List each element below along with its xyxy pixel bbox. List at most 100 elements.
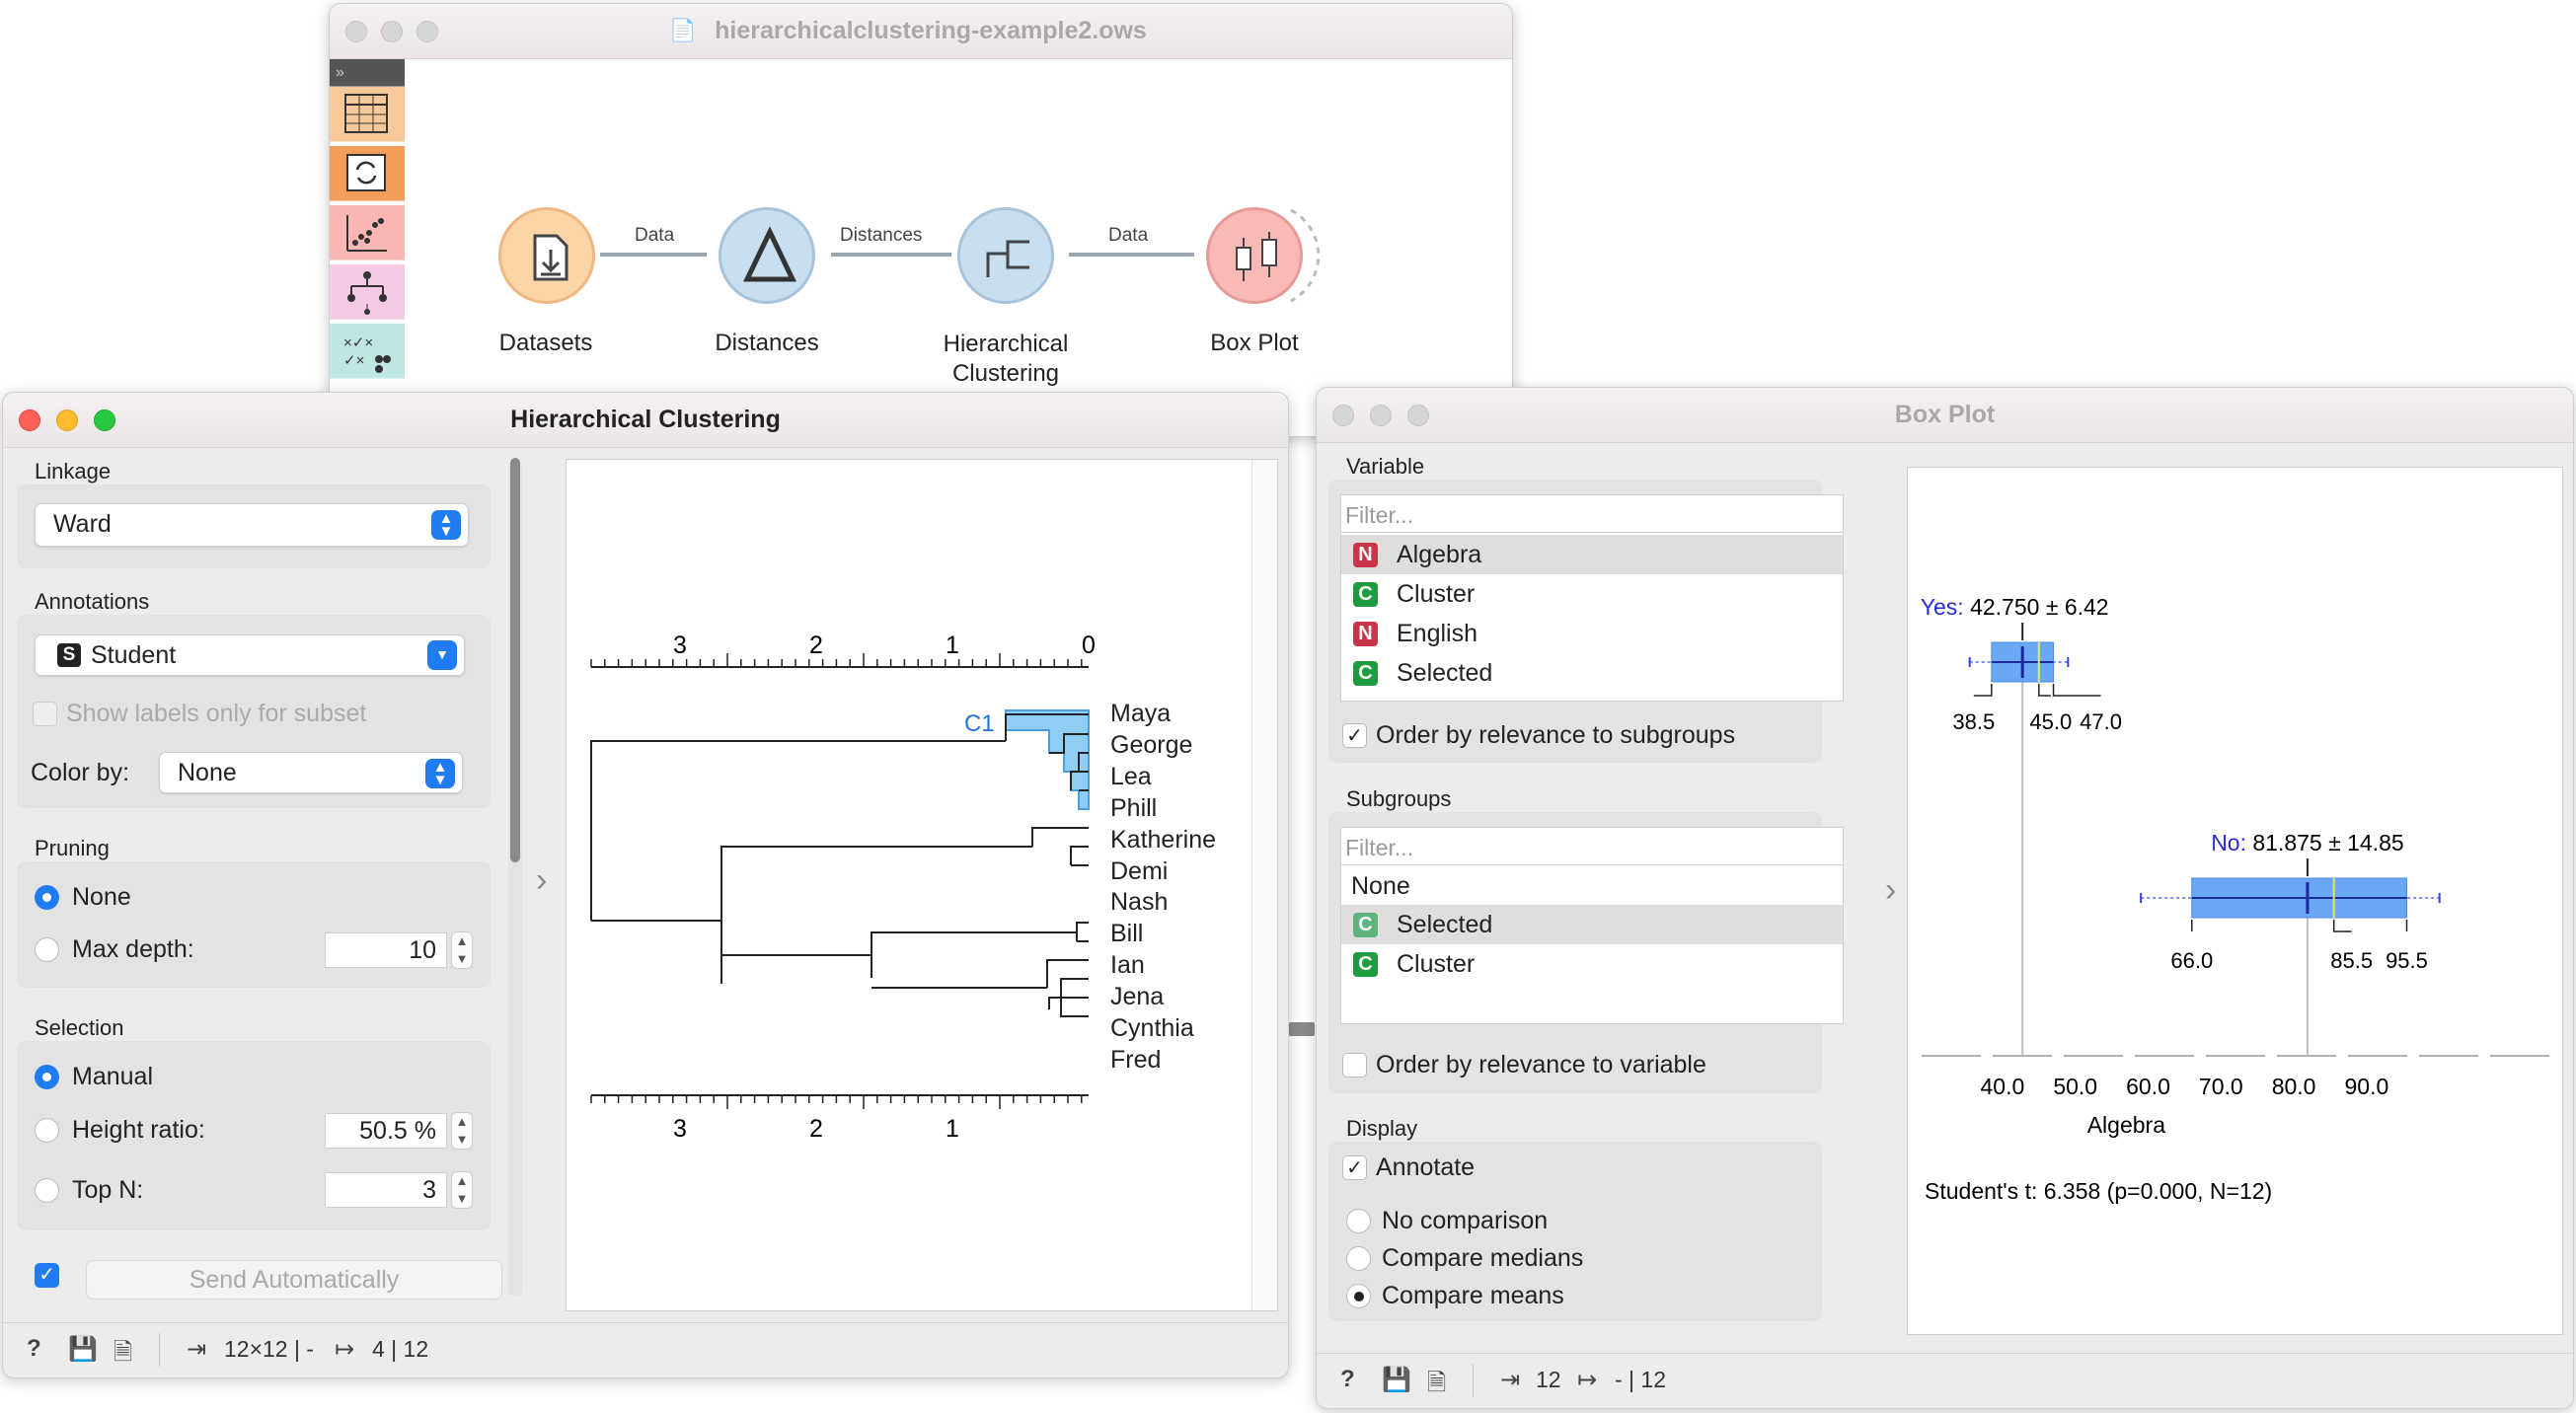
variable-item[interactable]: N English: [1341, 614, 1843, 653]
annotation-leader: [2038, 684, 2051, 697]
leaf-label[interactable]: Nash: [1110, 888, 1168, 917]
window-splitter-grip[interactable]: [1289, 1022, 1315, 1036]
compare-means-radio[interactable]: [1346, 1284, 1371, 1308]
subgroups-section-label: Subgroups: [1346, 786, 1452, 811]
group-name: Yes:: [1921, 594, 1964, 620]
subgroup-name: None: [1351, 872, 1410, 900]
hierarchical-clustering-node[interactable]: [957, 207, 1054, 304]
annotation-value: 95.5: [2386, 948, 2428, 973]
statistical-test-result: Student's t: 6.358 (p=0.000, N=12): [1925, 1178, 2272, 1204]
leaf-label[interactable]: Demi: [1110, 857, 1168, 886]
annotation-leader: [2332, 920, 2352, 932]
variable-name: English: [1397, 620, 1477, 647]
variable-filter-input[interactable]: Filter...: [1341, 495, 1843, 533]
chevron-right-icon[interactable]: ›: [1885, 871, 1896, 910]
variable-name: Cluster: [1397, 580, 1476, 608]
status-output: 4 | 12: [372, 1336, 429, 1362]
annotation-value: 85.5: [2330, 948, 2373, 973]
leaf-label[interactable]: Maya: [1110, 700, 1171, 728]
help-icon[interactable]: ?: [27, 1335, 41, 1363]
categorical-variable-icon: C: [1353, 952, 1378, 977]
categorical-variable-icon: C: [1353, 582, 1378, 607]
no-comparison-radio[interactable]: [1346, 1209, 1371, 1233]
axis-ticks-bottom: [590, 1095, 1083, 1109]
display-section-label: Display: [1346, 1116, 1418, 1141]
leaf-label[interactable]: Cynthia: [1110, 1014, 1194, 1043]
datasets-node[interactable]: [498, 207, 595, 304]
subgroup-item[interactable]: C Selected: [1341, 905, 1843, 944]
order-variable-checkbox[interactable]: [1342, 1053, 1367, 1078]
x-tick-label: 90.0: [2345, 1074, 2389, 1099]
variable-section-label: Variable: [1346, 454, 1425, 479]
leaf-label[interactable]: Jena: [1110, 983, 1164, 1011]
box-plot-window: Box Plot Variable Filter... N Algebra C …: [1316, 387, 2574, 1409]
box-plot-chart: 40.0 50.0 60.0 70.0 80.0 90.0 Algebra Yes: 42.7…: [1921, 594, 2553, 1204]
annotation-value: 38.5: [1952, 709, 1995, 734]
variable-list[interactable]: Filter... N Algebra C Cluster N English …: [1340, 494, 1844, 702]
numeric-variable-icon: N: [1353, 543, 1378, 567]
help-icon[interactable]: ?: [1340, 1366, 1355, 1393]
subgroups-filter-input[interactable]: Filter...: [1341, 828, 1843, 865]
save-icon[interactable]: 💾: [1382, 1366, 1411, 1394]
cluster-label: C1: [964, 710, 995, 737]
delta-icon: [743, 226, 796, 282]
save-icon[interactable]: 💾: [68, 1335, 98, 1364]
annotation-leader: [1973, 684, 1993, 697]
categorical-variable-icon: C: [1353, 913, 1378, 937]
leaf-label[interactable]: George: [1110, 731, 1192, 760]
x-tick-label: 50.0: [2053, 1074, 2097, 1099]
group-stats: 42.750 ± 6.42: [1970, 594, 2109, 620]
leaf-label[interactable]: Bill: [1110, 920, 1143, 948]
output-icon: ↦: [335, 1336, 355, 1363]
variable-name: Selected: [1397, 659, 1493, 687]
subgroup-name: Selected: [1397, 911, 1493, 938]
link-label-data-1: Data: [635, 225, 675, 246]
selected-cluster-highlight[interactable]: [1005, 709, 1090, 810]
annotation-leader: [2052, 684, 2101, 697]
subgroup-item[interactable]: C Cluster: [1341, 944, 1843, 984]
compare-medians-radio[interactable]: [1346, 1246, 1371, 1271]
group-label: Yes: 42.750 ± 6.42: [1921, 594, 2109, 620]
bottom-axis-tick: 3: [673, 1115, 687, 1143]
report-icon[interactable]: 🗎: [1427, 1366, 1446, 1406]
datasets-label: Datasets: [498, 330, 593, 356]
variable-item[interactable]: C Cluster: [1341, 574, 1843, 614]
annotate-checkbox[interactable]: ✓: [1342, 1155, 1367, 1180]
variable-item[interactable]: C Selected: [1341, 653, 1843, 693]
axis-ticks-top: [590, 653, 1083, 667]
status-divider: [1473, 1364, 1474, 1397]
subgroup-name: Cluster: [1397, 950, 1476, 978]
hc-status-bar: ? 💾 🗎 ⇥ 12×12 | - ↦ 4 | 12: [3, 1322, 1288, 1377]
dendrogram-icon: [986, 240, 1029, 277]
bottom-axis-tick: 1: [946, 1115, 959, 1143]
annotate-label: Annotate: [1376, 1153, 1476, 1181]
no-comparison-label: No comparison: [1382, 1207, 1549, 1234]
subgroup-item[interactable]: None: [1341, 867, 1843, 905]
hierarchical-clustering-label: Hierarchical Clustering: [943, 331, 1069, 387]
order-subgroups-label: Order by relevance to subgroups: [1376, 721, 1736, 749]
box-plot-label: Box Plot: [1210, 330, 1299, 356]
distances-label: Distances: [715, 330, 819, 356]
x-tick-label: 70.0: [2199, 1074, 2243, 1099]
numeric-variable-icon: N: [1353, 622, 1378, 646]
input-icon: ⇥: [187, 1336, 207, 1363]
bp-titlebar: Box Plot: [1317, 388, 2573, 443]
status-input: 12×12 | -: [224, 1336, 315, 1362]
report-icon[interactable]: 🗎: [114, 1335, 132, 1376]
leaf-label[interactable]: Ian: [1110, 951, 1145, 980]
distances-node[interactable]: [719, 207, 815, 304]
leaf-label[interactable]: Katherine: [1110, 826, 1216, 855]
order-subgroups-checkbox[interactable]: ✓: [1342, 723, 1367, 748]
top-axis-tick: 2: [809, 632, 823, 659]
subgroups-list[interactable]: Filter... None C Selected C Cluster: [1340, 827, 1844, 1024]
link-label-data-2: Data: [1108, 225, 1149, 246]
hierarchical-clustering-window: Hierarchical Clustering Linkage Ward ▲ ▼ …: [2, 392, 1289, 1378]
variable-name: Algebra: [1397, 541, 1482, 568]
top-axis-tick: 0: [1082, 632, 1096, 659]
leaf-label[interactable]: Lea: [1110, 763, 1152, 791]
leaf-label[interactable]: Fred: [1110, 1046, 1161, 1075]
x-tick-label: 60.0: [2126, 1074, 2170, 1099]
variable-item[interactable]: N Algebra: [1341, 535, 1843, 574]
dendrogram-links: [590, 713, 1089, 1017]
leaf-label[interactable]: Phill: [1110, 794, 1157, 823]
